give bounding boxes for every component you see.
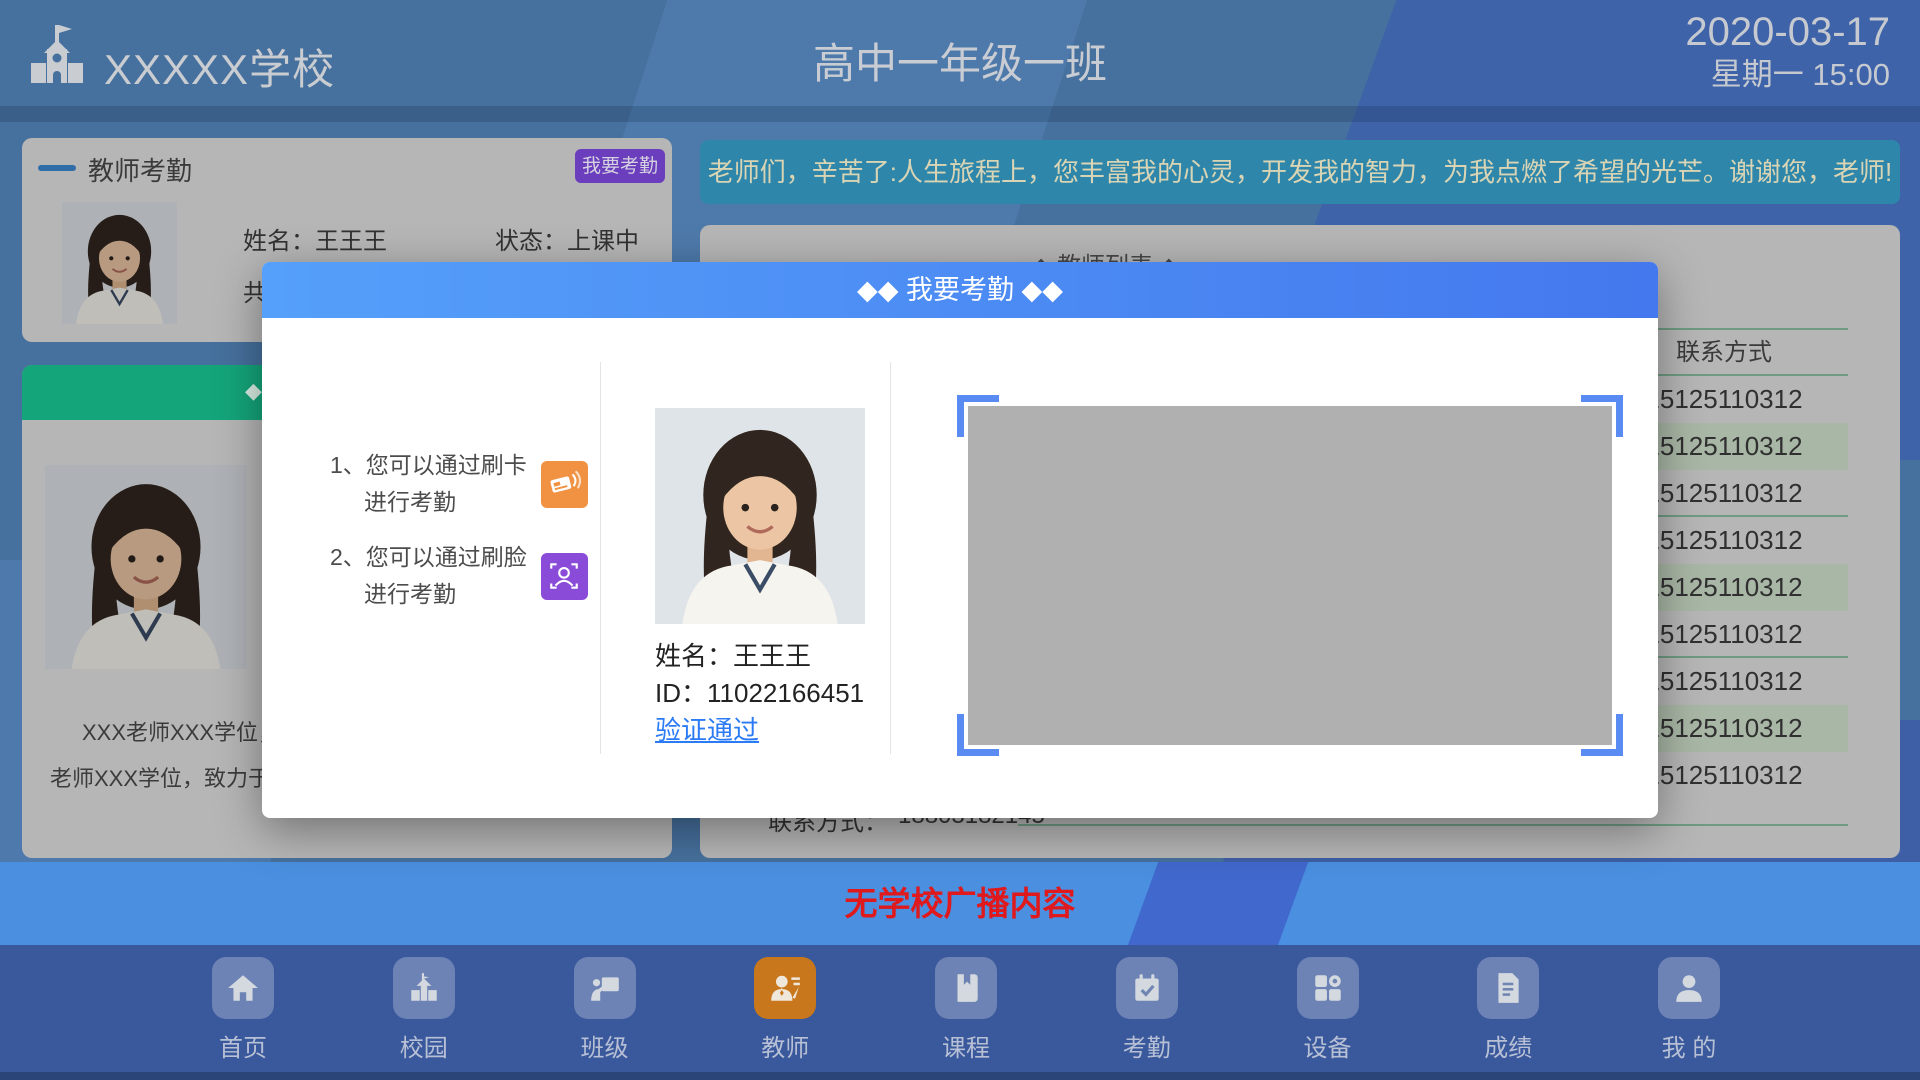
verify-status-link[interactable]: 验证通过 — [655, 710, 759, 747]
course-icon — [935, 957, 997, 1019]
table-separator-line — [1018, 824, 1848, 826]
section-dash — [38, 165, 76, 171]
class-icon — [574, 957, 636, 1019]
broadcast-banner: 无学校广播内容 — [0, 862, 1920, 945]
instruction-face-scan: 2、您可以通过刷脸 进行考勤 — [330, 539, 590, 613]
attendance-modal: ◆◆ 我要考勤 ◆◆ 1、您可以通过刷卡 进行考勤 2、您可以通过刷脸 进行考勤 — [262, 262, 1658, 818]
name-label: 姓名： — [243, 228, 315, 255]
camera-preview-area — [968, 406, 1612, 745]
class-title: 高中一年级一班 — [813, 30, 1107, 91]
teacher-photo-small — [62, 202, 177, 324]
teacher-icon — [754, 957, 816, 1019]
nav-label: 考勤 — [1123, 1028, 1171, 1063]
modal-name-label: 姓名： — [655, 641, 733, 671]
header-bar: XXXXX学校 高中一年级一班 2020-03-17 星期一 15:00 — [0, 0, 1920, 120]
smart-class-board-screen: XXXXX学校 高中一年级一班 2020-03-17 星期一 15:00 教师考… — [0, 0, 1920, 1080]
school-logo-icon — [26, 20, 90, 86]
modal-divider — [890, 362, 891, 754]
home-icon — [212, 957, 274, 1019]
campus-icon — [393, 957, 455, 1019]
camera-bracket-icon — [1581, 395, 1623, 437]
modal-divider — [600, 362, 601, 754]
nav-item-device[interactable]: 设备 — [1297, 957, 1359, 1063]
instruction-card-swipe: 1、您可以通过刷卡 进行考勤 — [330, 447, 590, 521]
nav-label: 班级 — [581, 1028, 629, 1063]
status-value: 上课中 — [567, 228, 639, 255]
teacher-message-bar: 老师们，辛苦了:人生旅程上，您丰富我的心灵，开发我的智力，为我点燃了希望的光芒。… — [700, 140, 1900, 204]
device-icon — [1297, 957, 1359, 1019]
teacher-name-field: 姓名：王王王 — [243, 221, 387, 256]
camera-bracket-icon — [957, 714, 999, 756]
nav-label: 教师 — [761, 1028, 809, 1063]
nav-item-score[interactable]: 成绩 — [1477, 957, 1539, 1063]
modal-name-field: 姓名：王王王 — [655, 636, 811, 673]
nav-item-course[interactable]: 课程 — [935, 957, 997, 1063]
weekday-time-text: 星期一 15:00 — [1685, 56, 1890, 94]
nav-item-home[interactable]: 首页 — [212, 957, 274, 1063]
modal-id-field: ID：11022166451 — [655, 673, 864, 710]
nav-label: 我 的 — [1662, 1028, 1717, 1063]
instruction-line: 进行考勤 — [330, 576, 527, 613]
nav-item-teacher[interactable]: 教师 — [754, 957, 816, 1063]
bottom-nav-bar: 首页 校园 班级 教师 课程 — [0, 945, 1920, 1080]
name-value: 王王王 — [315, 228, 387, 255]
profile-icon — [1658, 957, 1720, 1019]
teacher-status-field: 状态：上课中 — [495, 221, 639, 256]
teacher-message-text: 老师们，辛苦了:人生旅程上，您丰富我的心灵，开发我的智力，为我点燃了希望的光芒。… — [708, 157, 1892, 187]
nav-item-mine[interactable]: 我 的 — [1658, 957, 1720, 1063]
modal-title-bar: ◆◆ 我要考勤 ◆◆ — [262, 262, 1658, 318]
diamond-icon: ◆ — [245, 378, 262, 404]
nav-label: 成绩 — [1484, 1028, 1532, 1063]
broadcast-text: 无学校广播内容 — [0, 862, 1920, 945]
nav-label: 首页 — [219, 1028, 267, 1063]
nav-label: 校园 — [400, 1028, 448, 1063]
teacher-photo-large — [45, 465, 247, 669]
status-label: 状态： — [495, 228, 567, 255]
attendance-icon — [1116, 957, 1178, 1019]
camera-bracket-icon — [957, 395, 999, 437]
school-name: XXXXX学校 — [104, 36, 335, 97]
attendance-button[interactable]: 我要考勤 — [575, 149, 665, 183]
card-swipe-icon — [541, 461, 588, 508]
datetime-block: 2020-03-17 星期一 15:00 — [1685, 8, 1890, 94]
camera-bracket-icon — [1581, 714, 1623, 756]
instruction-line: 进行考勤 — [330, 484, 527, 521]
nav-item-attendance[interactable]: 考勤 — [1116, 957, 1178, 1063]
modal-name-value: 王王王 — [733, 641, 811, 671]
modal-id-label: ID： — [655, 678, 707, 708]
instruction-line: 1、您可以通过刷卡 — [330, 447, 527, 484]
modal-id-value: 11022166451 — [707, 678, 864, 708]
nav-label: 设备 — [1304, 1028, 1352, 1063]
nav-item-campus[interactable]: 校园 — [393, 957, 455, 1063]
teacher-attendance-title: 教师考勤 — [88, 151, 192, 188]
instructions-block: 1、您可以通过刷卡 进行考勤 2、您可以通过刷脸 进行考勤 — [330, 447, 590, 613]
instruction-line: 2、您可以通过刷脸 — [330, 539, 527, 576]
score-icon — [1477, 957, 1539, 1019]
nav-item-class[interactable]: 班级 — [574, 957, 636, 1063]
nav-bottom-strip — [0, 1072, 1920, 1080]
header-shadow — [0, 106, 1920, 122]
verified-teacher-photo — [655, 408, 865, 624]
nav-label: 课程 — [942, 1028, 990, 1063]
face-scan-icon — [541, 553, 588, 600]
date-text: 2020-03-17 — [1685, 8, 1890, 56]
